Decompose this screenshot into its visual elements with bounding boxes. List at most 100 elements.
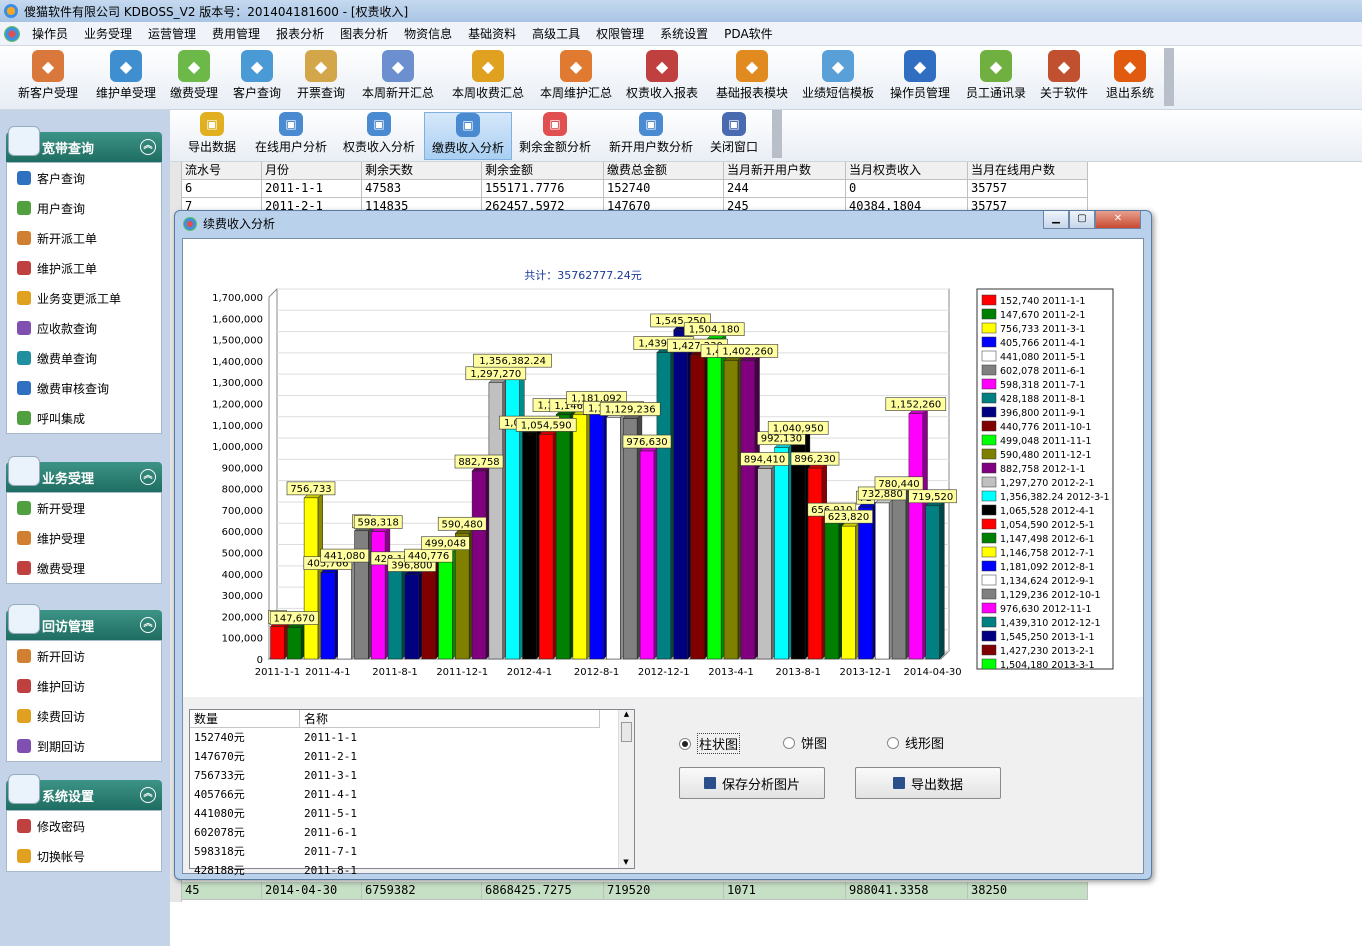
sidebar-group-header-2[interactable]: 回访管理 ︽ [6,604,162,640]
list-item[interactable]: 441080元 2011-5-1 [190,804,600,823]
sidebar-item-3-1[interactable]: 切换帐号 [7,841,161,871]
collapse-chevron-icon[interactable]: ︽ [140,787,156,803]
sidebar-item-icon [17,649,31,663]
bar-chart-icon: ◆ [382,50,414,82]
collapse-chevron-icon[interactable]: ︽ [140,139,156,155]
save-chart-image-button[interactable]: 保存分析图片 [679,767,825,799]
list-item[interactable]: 405766元 2011-4-1 [190,785,600,804]
sidebar-item-0-6[interactable]: 缴费单查询 [7,343,161,373]
table-row[interactable]: 45 2014-04-30 6759382 6868425.7275 719520 107… [182,882,1088,900]
toolbar-button-1[interactable]: ◆ 维护单受理 [90,50,162,108]
toolbar-button-5[interactable]: ◆ 本周新开汇总 [356,50,440,108]
toolbar-button-3[interactable]: ◆ 客户查询 [228,50,286,108]
bar [606,417,621,660]
toolbar-button-0[interactable]: ◆ 新客户受理 [12,50,84,108]
toolbar-button-6[interactable]: ◆ 本周收费汇总 [446,50,530,108]
sidebar-item-0-5[interactable]: 应收款查询 [7,313,161,343]
sidebar-item-0-1[interactable]: 用户查询 [7,193,161,223]
sidebar-item-2-1[interactable]: 维护回访 [7,671,161,701]
sidebar-item-2-3[interactable]: 到期回访 [7,731,161,761]
maximize-button[interactable]: ▢ [1069,211,1095,229]
scroll-up-arrow-icon[interactable]: ▲ [619,710,634,720]
list-header-qty[interactable]: 数量 [190,710,300,728]
menu-item-11[interactable]: PDA软件 [716,25,780,42]
analysis-button-3[interactable]: ▣ 缴费收入分析 [424,112,512,160]
toolbar-button-9[interactable]: ◆ 基础报表模块 [710,50,794,108]
toolbar-button-14[interactable]: ◆ 退出系统 [1100,50,1160,108]
menu-item-4[interactable]: 报表分析 [268,25,332,42]
sidebar-group-header-1[interactable]: 业务受理 ︽ [6,456,162,492]
analysis-button-4[interactable]: ▣ 剩余金额分析 [514,112,596,160]
list-item[interactable]: 602078元 2011-6-1 [190,823,600,842]
sidebar-item-1-1[interactable]: 维护受理 [7,523,161,553]
radio-pie-chart[interactable]: 饼图 [783,733,827,752]
table-row[interactable]: 6 2011-1-1 47583 155171.7776 152740 244 0 35757 [182,180,1088,198]
sidebar-group-header-3[interactable]: 系统设置 ︽ [6,774,162,810]
menu-item-7[interactable]: 基础资料 [460,25,524,42]
collapse-chevron-icon[interactable]: ︽ [140,617,156,633]
sidebar-item-0-8[interactable]: 呼叫集成 [7,403,161,433]
close-button[interactable]: ✕ [1095,211,1141,229]
radio-pie-chart-indicator[interactable] [783,736,795,749]
legend-swatch [981,588,997,600]
legend-entry: 602,078 2011-6-1 [1000,366,1085,377]
analysis-button-5[interactable]: ▣ 新开用户数分析 [602,112,700,160]
sidebar-item-0-4[interactable]: 业务变更派工单 [7,283,161,313]
toolbar-button-13[interactable]: ◆ 关于软件 [1036,50,1092,108]
menu-item-9[interactable]: 权限管理 [588,25,652,42]
export-data-button[interactable]: 导出数据 [855,767,1001,799]
sidebar-item-1-0[interactable]: 新开受理 [7,493,161,523]
legend-swatch [981,350,997,362]
radio-bar-chart[interactable]: 柱状图 [679,733,741,754]
sidebar-item-0-2[interactable]: 新开派工单 [7,223,161,253]
radio-bar-chart-indicator[interactable] [679,737,691,750]
sidebar-item-1-2[interactable]: 缴费受理 [7,553,161,583]
menu-item-5[interactable]: 图表分析 [332,25,396,42]
toolbar-button-8[interactable]: ◆ 权责收入报表 [620,50,704,108]
toolbar-button-10[interactable]: ◆ 业绩短信模板 [796,50,880,108]
grid-header-row[interactable]: 流水号 月份 剩余天数 剩余金额 缴费总金额 当月新开用户数 当月权责收入 当月在线用户数 [182,162,1088,180]
data-listview[interactable]: 数量 名称 152740元 2011-1-1 147670元 2011-2-1 7567… [189,709,635,877]
scroll-down-arrow-icon[interactable]: ▼ [619,858,633,868]
list-item[interactable]: 428188元 2011-8-1 [190,861,600,880]
menu-item-8[interactable]: 高级工具 [524,25,588,42]
toolbar-button-2[interactable]: ◆ 缴费受理 [166,50,222,108]
sidebar-item-3-0[interactable]: 修改密码 [7,811,161,841]
toolbar2-overflow-handle[interactable] [772,110,782,158]
bar-side [939,500,945,660]
list-header-name[interactable]: 名称 [300,710,600,728]
analysis-button-2[interactable]: ▣ 权责收入分析 [338,112,420,160]
toolbar-button-4[interactable]: ◆ 开票查询 [292,50,350,108]
radio-line-chart[interactable]: 线形图 [887,733,944,752]
sidebar-item-0-3[interactable]: 维护派工单 [7,253,161,283]
bar [505,369,520,660]
toolbar-button-11[interactable]: ◆ 操作员管理 [880,50,960,108]
scroll-thumb[interactable] [621,722,632,742]
sidebar-item-2-0[interactable]: 新开回访 [7,641,161,671]
collapse-chevron-icon[interactable]: ︽ [140,469,156,485]
sidebar-item-0-7[interactable]: 缴费审核查询 [7,373,161,403]
list-item[interactable]: 152740元 2011-1-1 [190,728,600,747]
list-item[interactable]: 598318元 2011-7-1 [190,842,600,861]
menu-item-3[interactable]: 费用管理 [204,25,268,42]
list-item[interactable]: 147670元 2011-2-1 [190,747,600,766]
analysis-button-1[interactable]: ▣ 在线用户分析 [250,112,332,160]
list-scrollbar[interactable]: ▲ ▼ [618,710,634,868]
menu-item-1[interactable]: 业务受理 [76,25,140,42]
analysis-button-6[interactable]: ▣ 关闭窗口 [702,112,766,160]
menu-item-10[interactable]: 系统设置 [652,25,716,42]
list-item[interactable]: 756733元 2011-3-1 [190,766,600,785]
sidebar-group-header-0[interactable]: 宽带查询 ︽ [6,126,162,162]
toolbar-overflow-handle[interactable] [1164,48,1174,106]
minimize-button[interactable]: ▁ [1043,211,1069,229]
sidebar-item-0-0[interactable]: 客户查询 [7,163,161,193]
toolbar-button-7[interactable]: ◆ 本周维护汇总 [534,50,618,108]
menu-item-6[interactable]: 物资信息 [396,25,460,42]
menu-item-0[interactable]: 操作员 [24,25,76,42]
menu-item-2[interactable]: 运营管理 [140,25,204,42]
toolbar-button-12[interactable]: ◆ 员工通讯录 [960,50,1032,108]
radio-line-chart-indicator[interactable] [887,736,899,749]
sidebar-item-2-2[interactable]: 续费回访 [7,701,161,731]
analysis-button-0[interactable]: ▣ 导出数据 [180,112,244,160]
sms-icon: ◆ [822,50,854,82]
